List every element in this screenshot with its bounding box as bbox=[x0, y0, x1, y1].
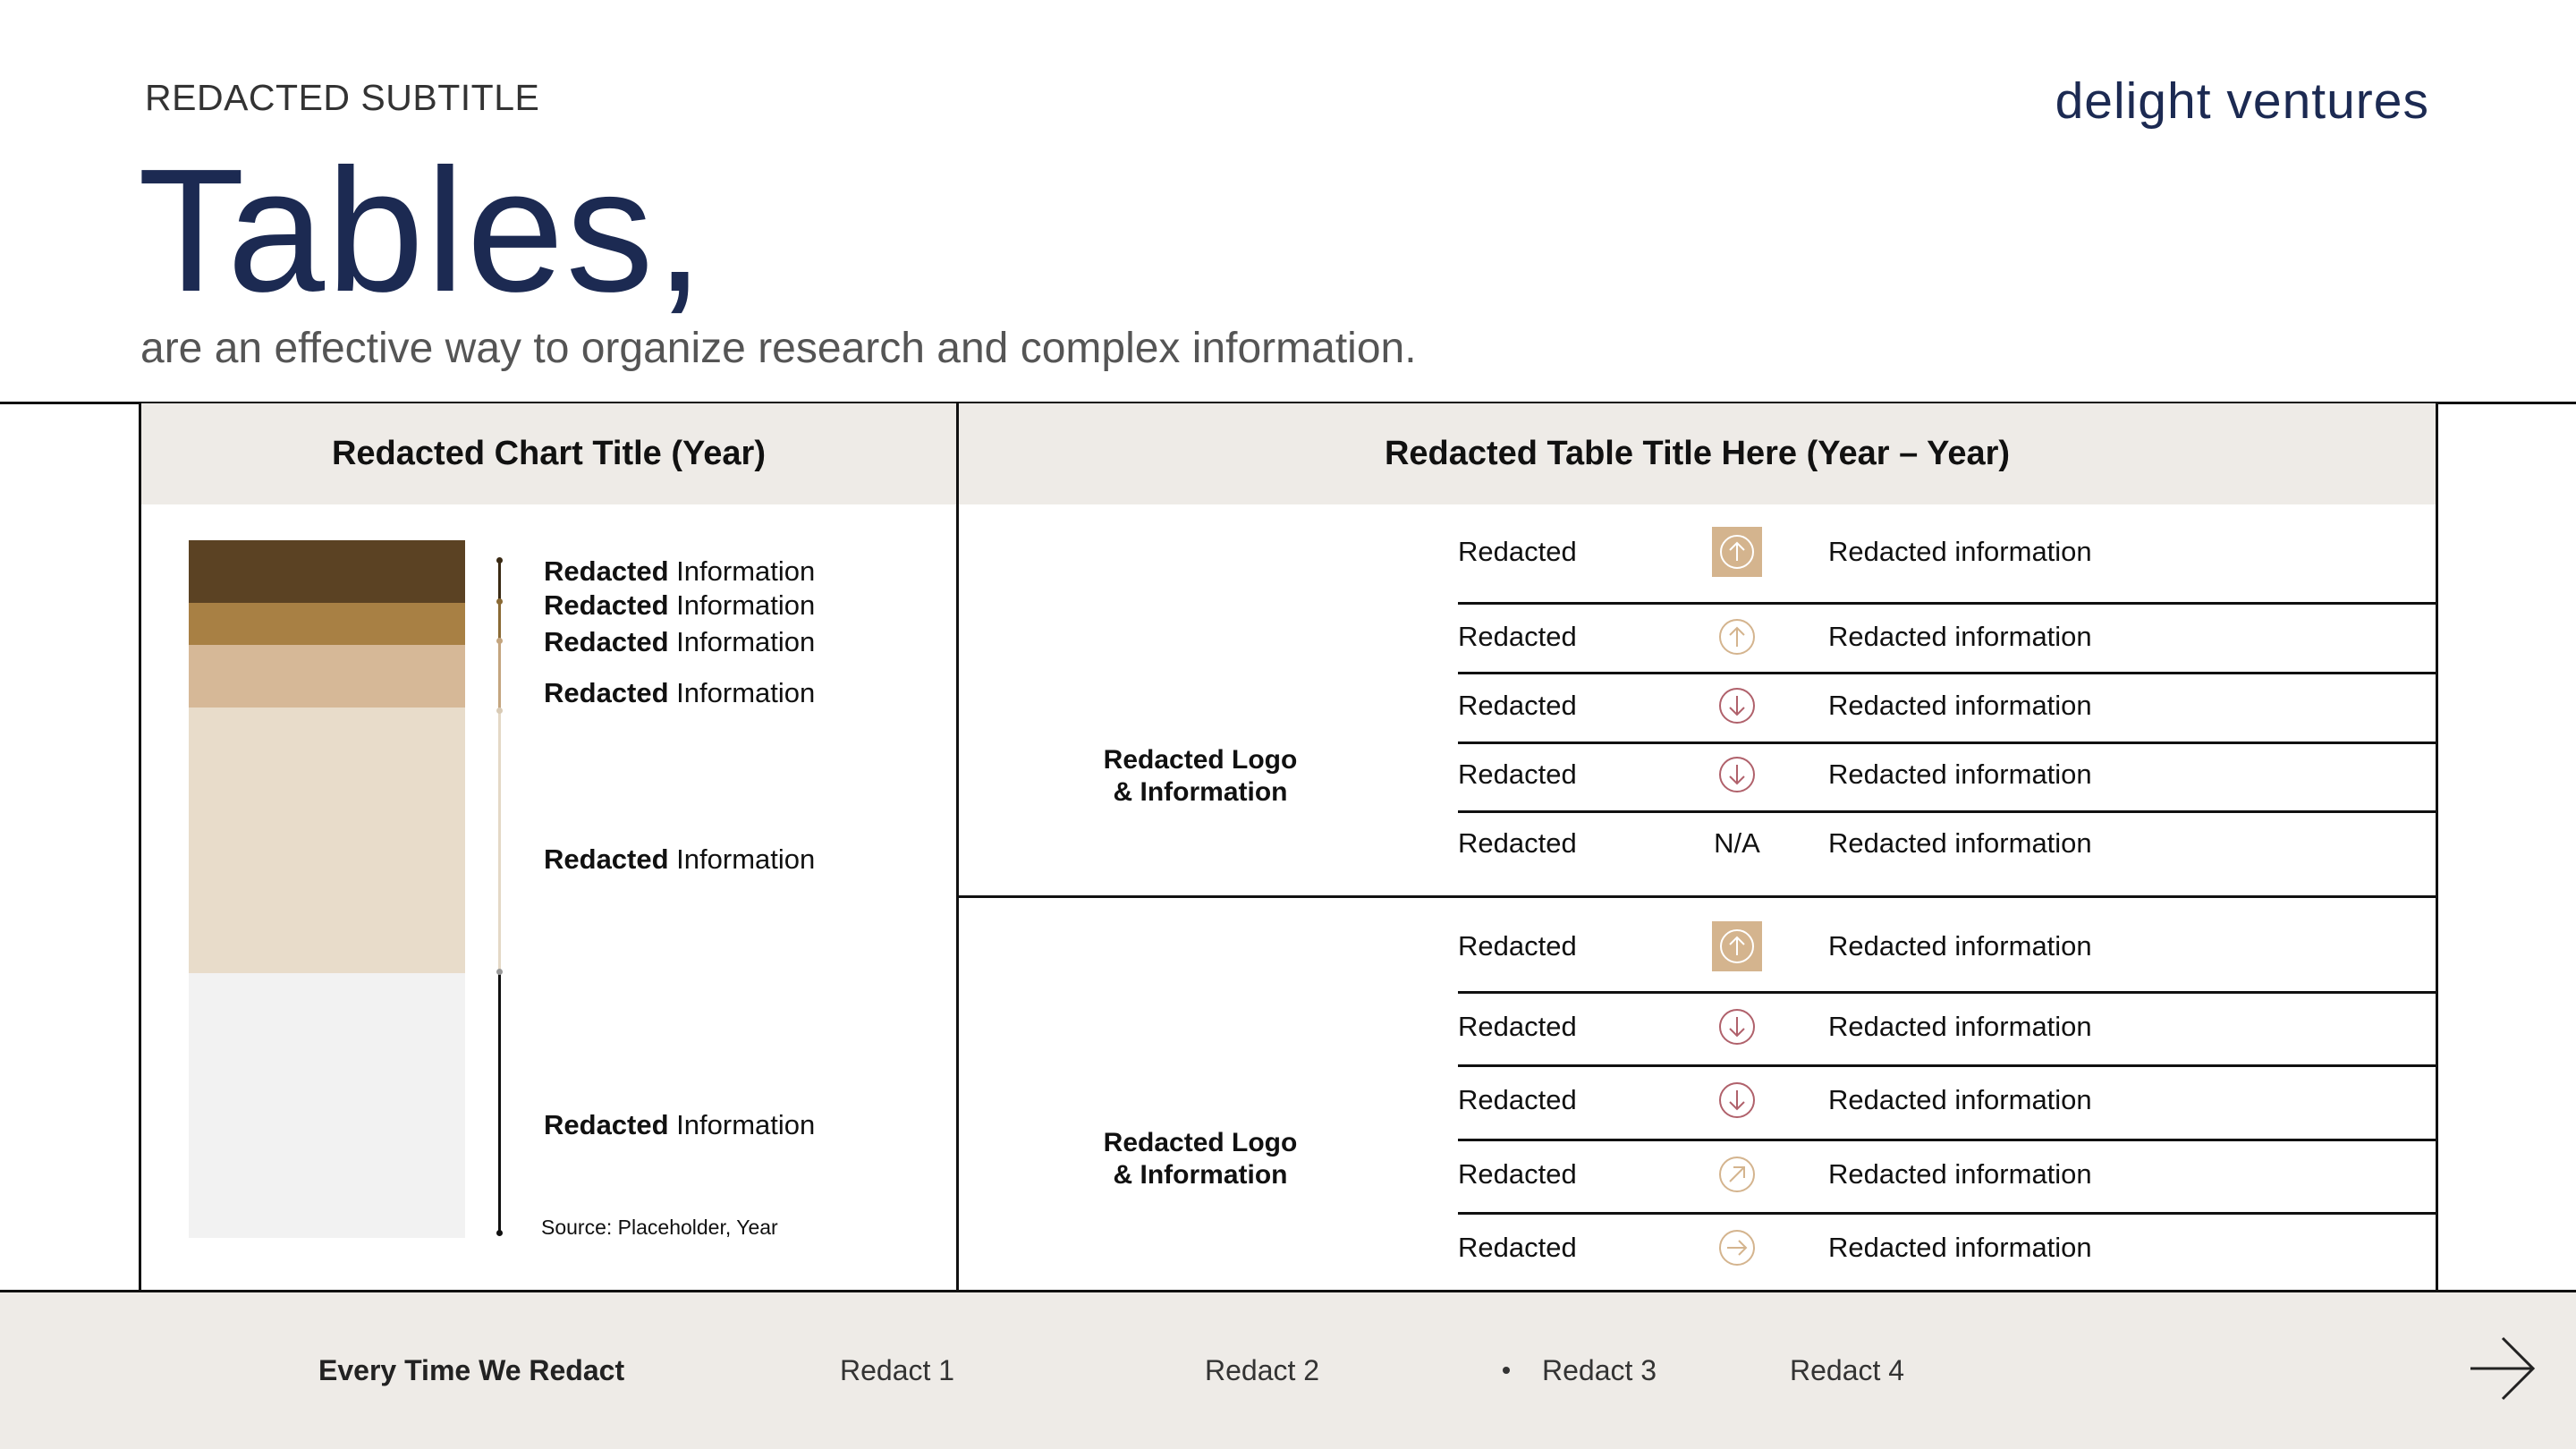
label-connector-line bbox=[498, 601, 501, 640]
bar-label-bold: Redacted bbox=[544, 843, 669, 875]
table-cell-name: Redacted bbox=[1458, 621, 1577, 652]
table-cell-name: Redacted bbox=[1458, 827, 1577, 859]
bar-segment bbox=[189, 708, 465, 973]
bar-label-rest: Information bbox=[668, 555, 816, 587]
footer-nav-item-1[interactable]: Redact 1 bbox=[840, 1354, 954, 1387]
arrow-down-icon bbox=[1712, 681, 1762, 731]
logo-info-line1: Redacted Logo bbox=[1103, 745, 1298, 775]
table-cell-info: Redacted information bbox=[1828, 758, 2092, 790]
arrow-up-outline-icon bbox=[1712, 612, 1762, 662]
bar-label-bold: Redacted bbox=[544, 555, 669, 587]
slide-title: Tables, bbox=[138, 132, 707, 328]
footer-nav-item-4[interactable]: Redact 4 bbox=[1790, 1354, 1904, 1387]
table-cell-info: Redacted information bbox=[1828, 827, 2092, 859]
arrow-right-icon bbox=[1712, 1223, 1762, 1273]
slide-lede: are an effective way to organize researc… bbox=[140, 325, 1417, 372]
footer-nav-item-2[interactable]: Redact 2 bbox=[1205, 1354, 1319, 1387]
bar-label-bold: Redacted bbox=[544, 677, 669, 708]
table-cell-name: Redacted bbox=[1458, 758, 1577, 790]
table-cell-info: Redacted information bbox=[1828, 1232, 2092, 1263]
table-cell-name: Redacted bbox=[1458, 1158, 1577, 1190]
bar-label: Redacted Information bbox=[544, 626, 815, 658]
table-cell-name: Redacted bbox=[1458, 930, 1577, 962]
label-tick bbox=[496, 969, 503, 975]
group-divider bbox=[959, 895, 2436, 898]
table-cell-info: Redacted information bbox=[1828, 1011, 2092, 1042]
logo-info-line2: & Information bbox=[1113, 777, 1288, 807]
bar-segment bbox=[189, 540, 465, 604]
table-cell-name: Redacted bbox=[1458, 1232, 1577, 1263]
table-cell-na: N/A bbox=[1714, 827, 1760, 859]
label-connector-line bbox=[498, 710, 501, 971]
bar-label-rest: Information bbox=[668, 589, 816, 621]
table-cell-name: Redacted bbox=[1458, 1011, 1577, 1042]
table-row-divider bbox=[1458, 741, 2436, 744]
table-cell-name: Redacted bbox=[1458, 536, 1577, 567]
bar-label: Redacted Information bbox=[544, 1109, 815, 1141]
next-arrow-icon[interactable] bbox=[2467, 1333, 2538, 1404]
footer-divider bbox=[0, 1290, 2576, 1292]
table-row-divider bbox=[1458, 602, 2436, 605]
active-nav-dot bbox=[1503, 1367, 1510, 1374]
bar-label-bold: Redacted bbox=[544, 626, 669, 657]
arrow-down-icon bbox=[1712, 750, 1762, 800]
panel-separator bbox=[956, 402, 959, 1291]
arrow-up-filled-icon bbox=[1712, 921, 1762, 971]
label-tick bbox=[496, 638, 503, 644]
table-cell-name: Redacted bbox=[1458, 690, 1577, 721]
bar-label-bold: Redacted bbox=[544, 589, 669, 621]
bar-label-rest: Information bbox=[668, 677, 816, 708]
table-row-divider bbox=[1458, 1139, 2436, 1141]
label-tick bbox=[496, 1230, 503, 1236]
bar-label: Redacted Information bbox=[544, 589, 815, 622]
table-panel-title: Redacted Table Title Here (Year – Year) bbox=[959, 403, 2436, 504]
bar-label-bold: Redacted bbox=[544, 1109, 669, 1140]
chart-panel-title: Redacted Chart Title (Year) bbox=[141, 403, 956, 504]
bar-segment bbox=[189, 603, 465, 645]
bar-label-rest: Information bbox=[668, 626, 816, 657]
label-connector-line bbox=[498, 560, 501, 601]
table-cell-info: Redacted information bbox=[1828, 690, 2092, 721]
footer-nav-item-3[interactable]: Redact 3 bbox=[1542, 1354, 1657, 1387]
logo-info-line1: Redacted Logo bbox=[1103, 1128, 1298, 1157]
arrow-up-right-icon bbox=[1712, 1149, 1762, 1199]
bar-label: Redacted Information bbox=[544, 677, 815, 709]
table-cell-name: Redacted bbox=[1458, 1084, 1577, 1115]
bar-segment bbox=[189, 645, 465, 708]
footer-label: Every Time We Redact bbox=[318, 1354, 625, 1386]
bar-label-rest: Information bbox=[668, 843, 816, 875]
label-tick bbox=[496, 708, 503, 714]
table-cell-info: Redacted information bbox=[1828, 1084, 2092, 1115]
table-row-divider bbox=[1458, 672, 2436, 674]
bar-label-rest: Information bbox=[668, 1109, 816, 1140]
table-row-divider bbox=[1458, 1212, 2436, 1215]
table-cell-info: Redacted information bbox=[1828, 536, 2092, 567]
label-connector-line bbox=[498, 971, 501, 1233]
table-cell-info: Redacted information bbox=[1828, 621, 2092, 652]
arrow-down-icon bbox=[1712, 1075, 1762, 1125]
chart-source: Source: Placeholder, Year bbox=[541, 1216, 778, 1239]
logo-info-group-1: Redacted Logo & Information bbox=[1057, 744, 1343, 809]
bar-segment bbox=[189, 972, 465, 1238]
bar-label: Redacted Information bbox=[544, 843, 815, 876]
table-row-divider bbox=[1458, 1064, 2436, 1067]
table-row-divider bbox=[1458, 991, 2436, 994]
label-tick bbox=[496, 598, 503, 605]
table-cell-info: Redacted information bbox=[1828, 930, 2092, 962]
label-tick bbox=[496, 557, 503, 564]
arrow-up-filled-icon bbox=[1712, 527, 1762, 577]
label-connector-line bbox=[498, 640, 501, 710]
brand-logo: delight ventures bbox=[2055, 72, 2429, 130]
bar-label: Redacted Information bbox=[544, 555, 815, 588]
logo-info-line2: & Information bbox=[1113, 1160, 1288, 1190]
arrow-down-icon bbox=[1712, 1002, 1762, 1052]
slide-subtitle: REDACTED SUBTITLE bbox=[145, 77, 540, 118]
logo-info-group-2: Redacted Logo & Information bbox=[1057, 1127, 1343, 1191]
table-row-divider bbox=[1458, 810, 2436, 813]
table-cell-info: Redacted information bbox=[1828, 1158, 2092, 1190]
